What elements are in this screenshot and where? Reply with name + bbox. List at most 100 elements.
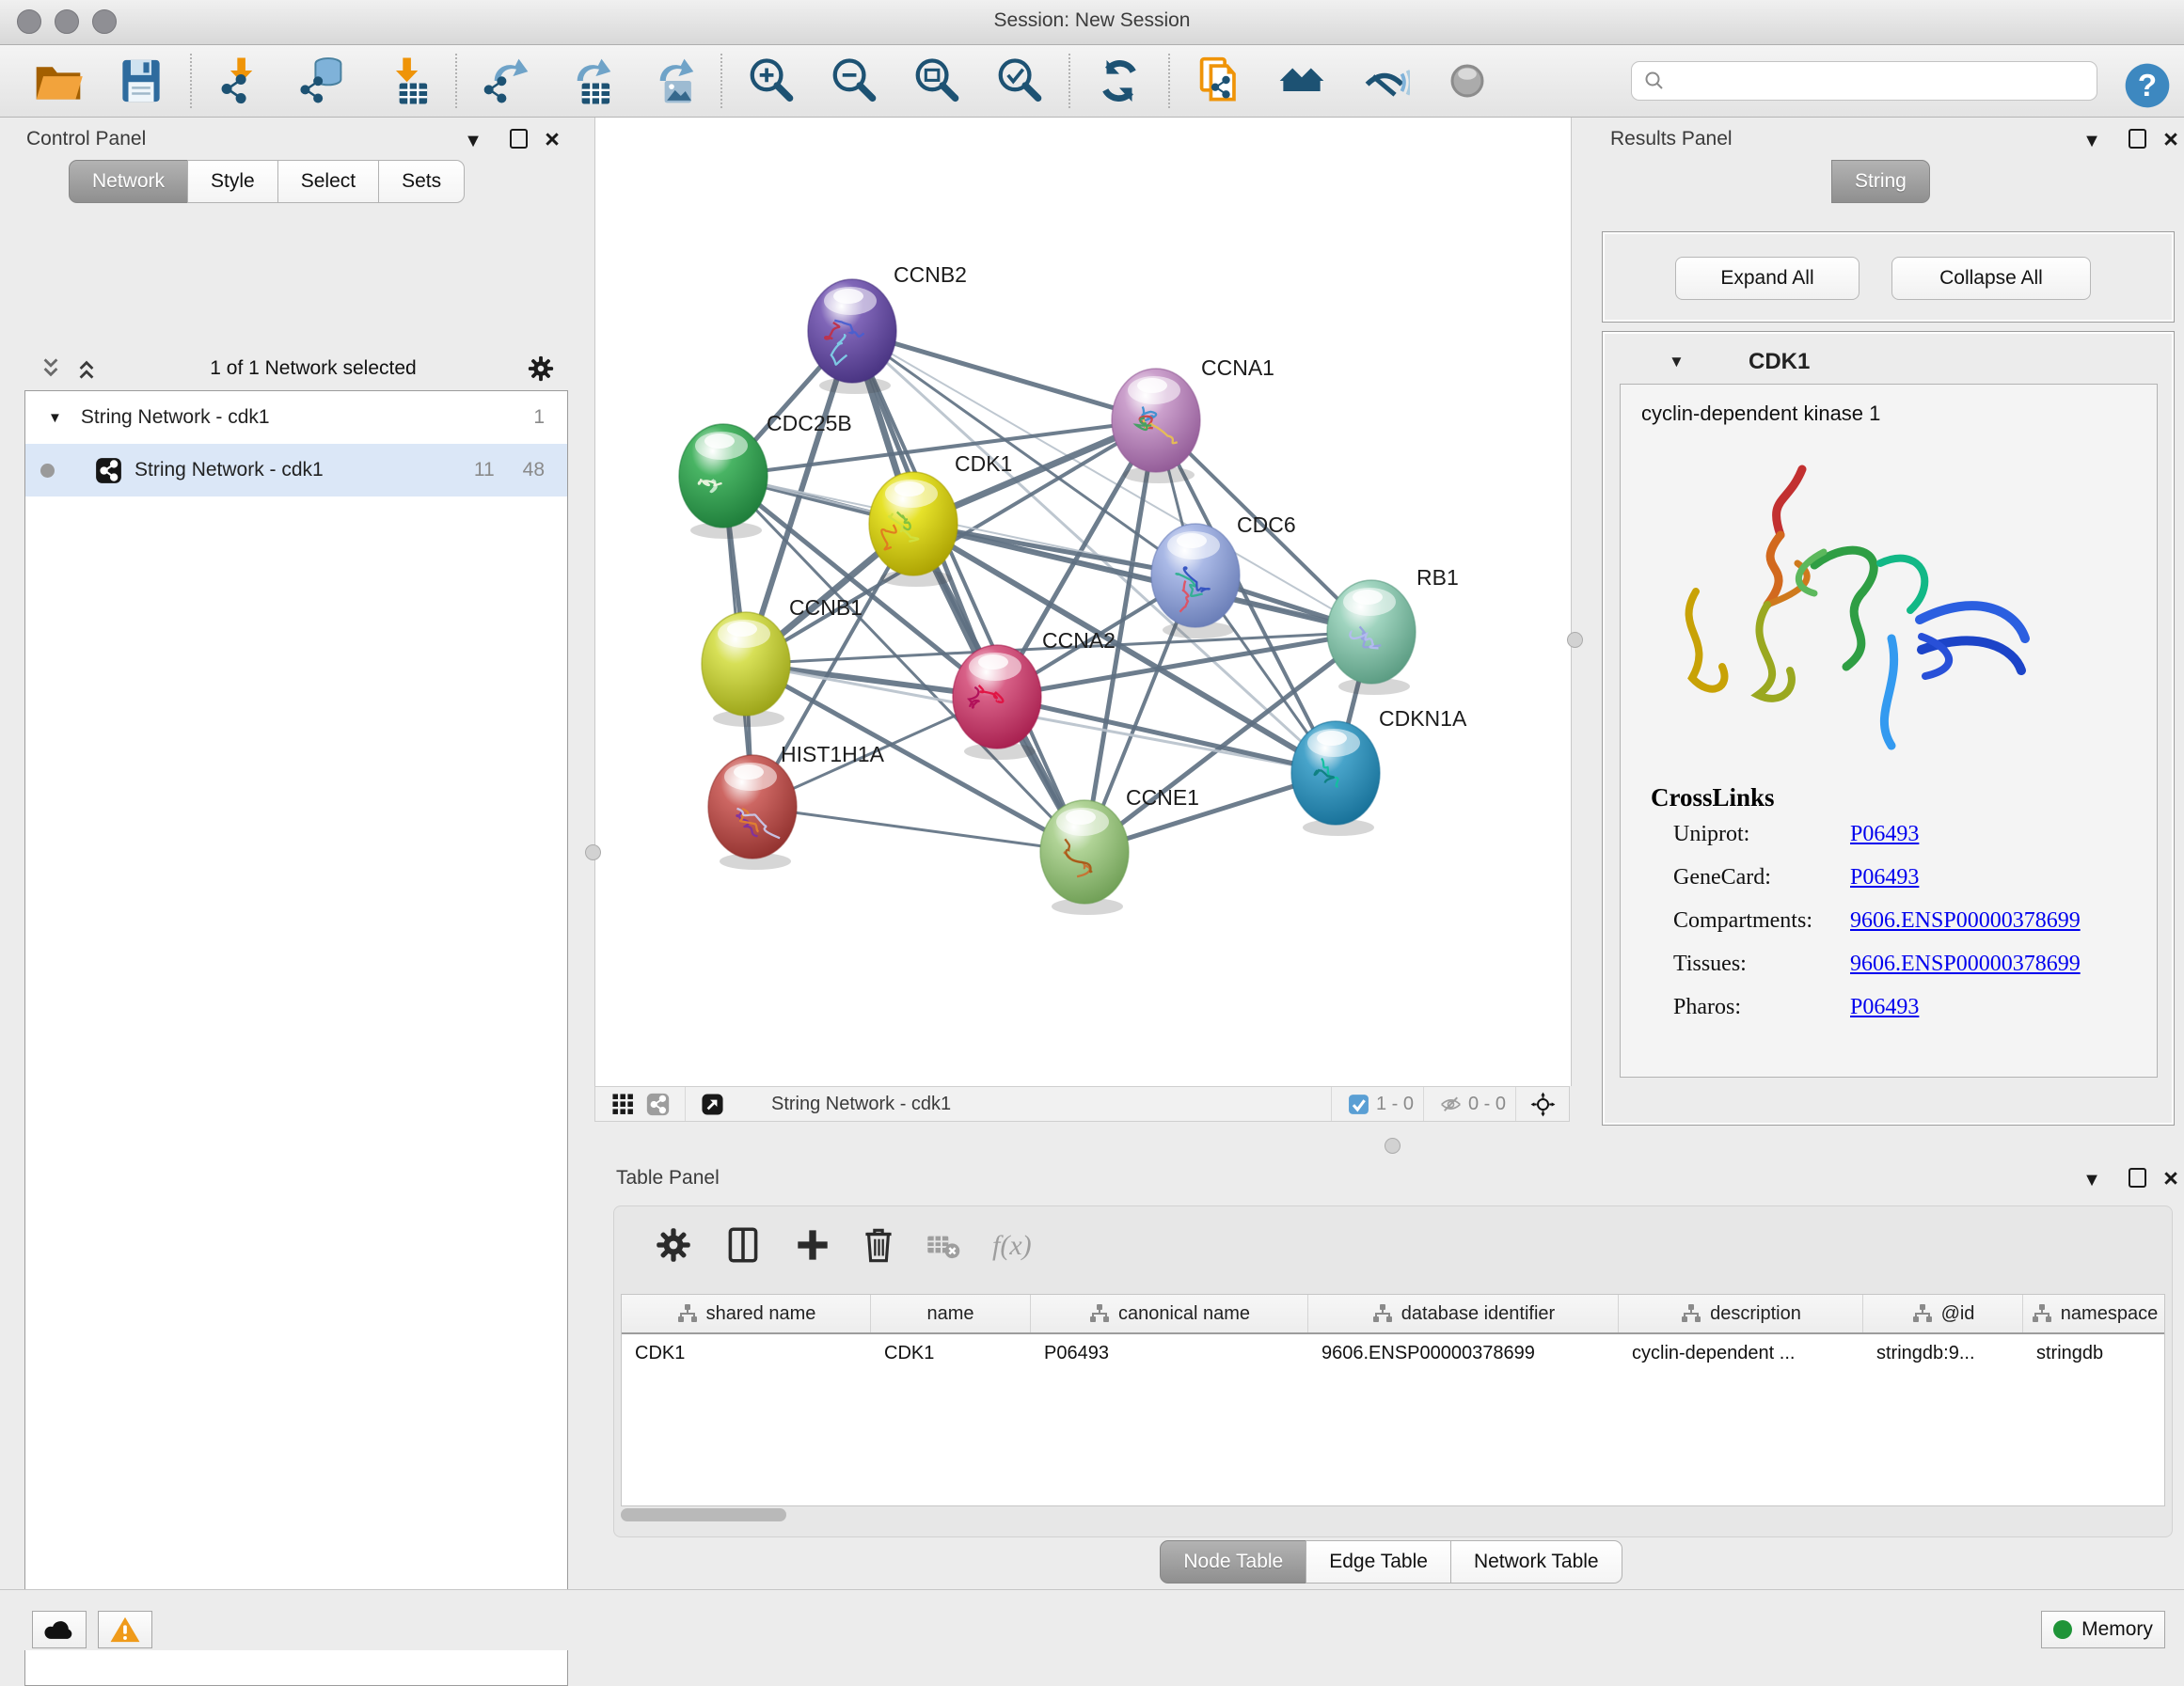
hide-panels-button[interactable] — [1343, 51, 1426, 111]
close-table-icon[interactable]: × — [2157, 1168, 2184, 1192]
warnings-button[interactable] — [98, 1611, 152, 1648]
close-panel-icon[interactable]: × — [538, 129, 566, 153]
table-horizontal-scrollbar[interactable] — [621, 1508, 786, 1521]
cloud-button[interactable] — [32, 1611, 87, 1648]
zoom-out-button[interactable] — [813, 51, 895, 111]
expand-all-button[interactable]: Expand All — [1675, 257, 1860, 300]
network-edge[interactable] — [997, 697, 1336, 773]
crosslink-link[interactable]: P06493 — [1850, 995, 1919, 1020]
tab-network[interactable]: Network — [69, 160, 188, 203]
inactive-eye-button[interactable] — [1426, 51, 1509, 111]
tab-style[interactable]: Style — [187, 160, 278, 203]
column-header--id[interactable]: @id — [1863, 1295, 2023, 1332]
refresh-view-button[interactable] — [1078, 51, 1161, 111]
search-input[interactable] — [1666, 63, 2097, 99]
network-canvas[interactable]: CCNB2 CCNA1 CDC25B CDK1 CDC6 RB1 — [594, 118, 1572, 1086]
float-results-icon[interactable] — [2123, 129, 2151, 153]
column-header-label: shared name — [706, 1303, 816, 1325]
inactive-eye-icon — [1442, 55, 1493, 106]
float-panel-icon[interactable] — [504, 129, 532, 153]
table-row[interactable]: CDK1CDK1P064939606.ENSP00000378699cyclin… — [622, 1334, 2164, 1372]
import-network-button[interactable] — [199, 51, 282, 111]
collapse-results-icon[interactable]: ▼ — [2078, 129, 2106, 153]
crosslink-link[interactable]: 9606.ENSP00000378699 — [1850, 952, 2081, 977]
export-table-button[interactable] — [547, 51, 630, 111]
save-session-button[interactable] — [100, 51, 182, 111]
collapse-all-button[interactable]: Collapse All — [1891, 257, 2091, 300]
table-cell[interactable]: P06493 — [1031, 1343, 1308, 1364]
column-header-description[interactable]: description — [1619, 1295, 1863, 1332]
collapse-table-icon[interactable]: ▼ — [2078, 1168, 2106, 1192]
table-cell[interactable]: CDK1 — [622, 1343, 871, 1364]
birdseye-crosshair-icon[interactable] — [1530, 1092, 1556, 1117]
tab-select[interactable]: Select — [277, 160, 379, 203]
network-row[interactable]: String Network - cdk1 11 48 — [25, 444, 567, 496]
expand-all-icon[interactable] — [71, 354, 102, 384]
crosslink-link[interactable]: P06493 — [1850, 822, 1919, 847]
float-table-icon[interactable] — [2123, 1168, 2151, 1192]
crosslink-row: GeneCard: P06493 — [1621, 856, 2157, 899]
crosslink-link[interactable]: P06493 — [1850, 865, 1919, 890]
column-header-label: @id — [1941, 1303, 1975, 1325]
horizontal-splitter-handle[interactable] — [1385, 1138, 1401, 1154]
network-node-ccnb2[interactable]: CCNB2 — [808, 262, 967, 394]
table-cell[interactable]: stringdb:9... — [1863, 1343, 2023, 1364]
save-session-icon — [116, 55, 166, 106]
collection-expander-icon[interactable]: ▼ — [48, 410, 62, 426]
network-options-gear-icon[interactable] — [525, 353, 557, 385]
share-view-icon[interactable] — [645, 1092, 671, 1117]
duplicate-attributes-button[interactable] — [1178, 51, 1260, 111]
add-column-icon[interactable] — [791, 1223, 834, 1267]
open-session-button[interactable] — [17, 51, 100, 111]
entry-expander-icon[interactable]: ▼ — [1669, 353, 1685, 371]
memory-button[interactable]: Memory — [2041, 1611, 2165, 1648]
table-cell[interactable]: cyclin-dependent ... — [1619, 1343, 1863, 1364]
help-button[interactable]: ? — [2122, 60, 2163, 102]
home-views-button[interactable] — [1260, 51, 1343, 111]
network-collection-row[interactable]: ▼ String Network - cdk1 1 — [25, 391, 567, 444]
network-node-cdkn1a[interactable]: CDKN1A — [1291, 706, 1467, 836]
column-header-canonical-name[interactable]: canonical name — [1031, 1295, 1308, 1332]
network-node-ccna1[interactable]: CCNA1 — [1112, 355, 1274, 483]
tab-edge-table[interactable]: Edge Table — [1306, 1540, 1451, 1584]
table-cell[interactable]: CDK1 — [871, 1343, 1031, 1364]
tab-sets[interactable]: Sets — [378, 160, 465, 203]
close-results-icon[interactable]: × — [2157, 129, 2184, 153]
column-header-shared-name[interactable]: shared name — [622, 1295, 871, 1332]
grid-view-icon[interactable] — [610, 1092, 636, 1117]
collapse-panel-icon[interactable]: ▼ — [459, 129, 487, 153]
collapse-all-icon[interactable] — [36, 354, 66, 384]
network-node-hist1h1a[interactable]: HIST1H1A — [708, 742, 885, 870]
zoom-fit-button[interactable] — [895, 51, 978, 111]
manage-columns-icon[interactable] — [721, 1223, 765, 1267]
table-cell[interactable]: stringdb — [2023, 1343, 2165, 1364]
table-cell[interactable]: 9606.ENSP00000378699 — [1308, 1343, 1619, 1364]
crosslink-link[interactable]: 9606.ENSP00000378699 — [1850, 908, 2081, 934]
table-settings-gear-icon[interactable] — [652, 1223, 695, 1267]
zoom-selected-button[interactable] — [978, 51, 1061, 111]
left-splitter-handle[interactable] — [585, 844, 601, 860]
tab-node-table[interactable]: Node Table — [1160, 1540, 1306, 1584]
network-node-ccnb1[interactable]: CCNB1 — [702, 595, 863, 727]
collection-label: String Network - cdk1 — [81, 406, 270, 429]
column-header-database-identifier[interactable]: database identifier — [1308, 1295, 1619, 1332]
network-edge[interactable] — [913, 524, 1371, 632]
column-header-name[interactable]: name — [871, 1295, 1031, 1332]
network-node-rb1[interactable]: RB1 — [1327, 565, 1459, 695]
network-svg[interactable]: CCNB2 CCNA1 CDC25B CDK1 CDC6 RB1 — [595, 118, 1571, 1086]
open-in-window-icon[interactable] — [700, 1092, 725, 1117]
network-edge[interactable] — [852, 331, 1156, 420]
import-table-button[interactable] — [365, 51, 448, 111]
delete-column-icon[interactable] — [857, 1223, 900, 1267]
export-network-button[interactable] — [465, 51, 547, 111]
column-header-namespace[interactable]: namespace — [2023, 1295, 2165, 1332]
network-edge[interactable] — [852, 331, 1084, 852]
selected-checkbox[interactable] — [1346, 1092, 1371, 1117]
tab-network-table[interactable]: Network Table — [1450, 1540, 1622, 1584]
network-edge[interactable] — [752, 807, 1084, 852]
export-image-button[interactable] — [630, 51, 713, 111]
tab-string[interactable]: String — [1831, 160, 1930, 203]
column-header-label: description — [1710, 1303, 1801, 1325]
import-database-button[interactable] — [282, 51, 365, 111]
zoom-in-button[interactable] — [730, 51, 813, 111]
